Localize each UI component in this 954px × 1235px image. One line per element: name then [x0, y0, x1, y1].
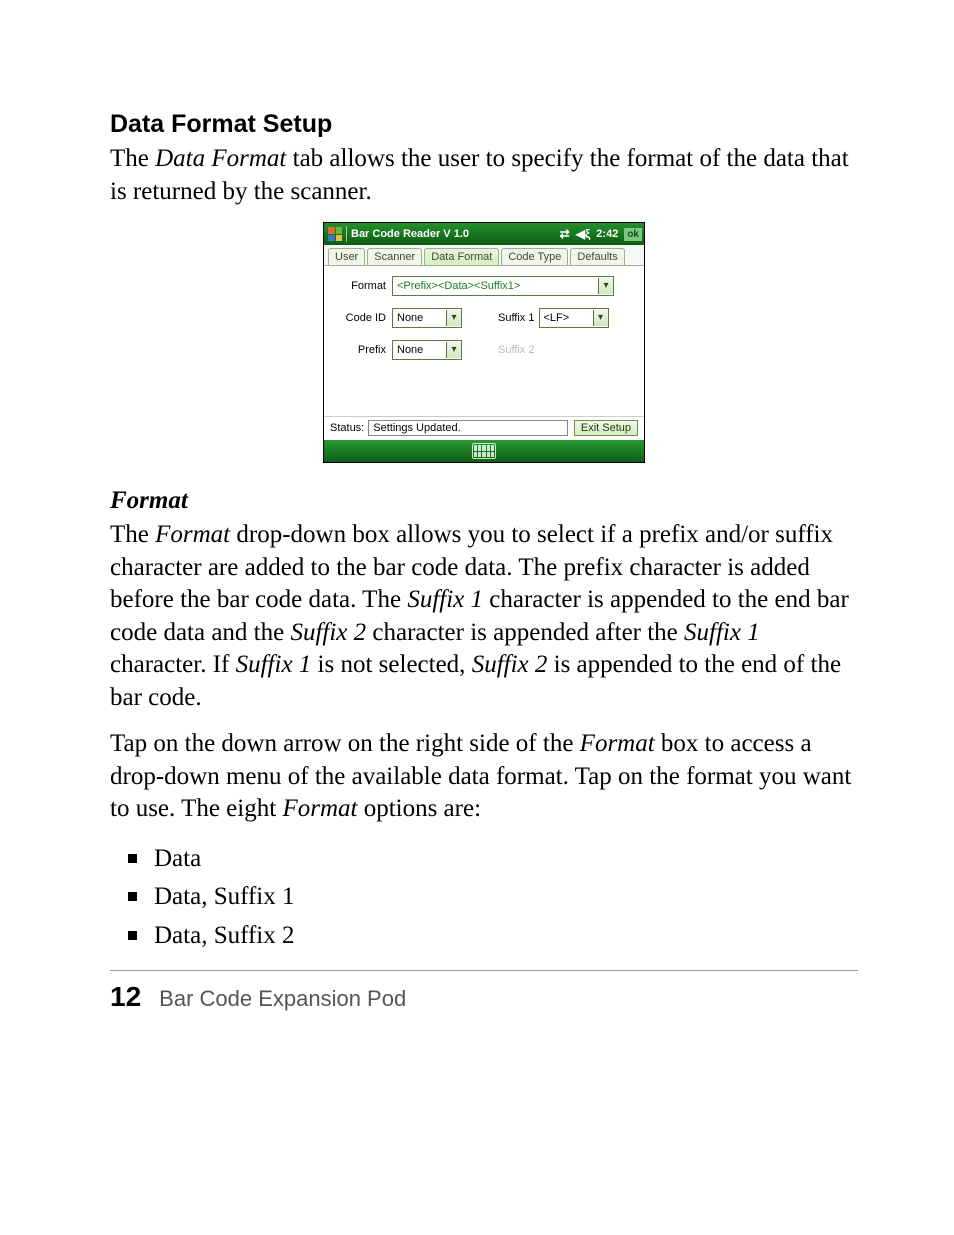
status-row: Status: Settings Updated. Exit Setup — [324, 417, 644, 440]
tab-data-format[interactable]: Data Format — [424, 248, 499, 265]
tab-strip: User Scanner Data Format Code Type Defau… — [324, 245, 644, 266]
label-prefix: Prefix — [334, 344, 392, 356]
section-heading: Data Format Setup — [110, 110, 858, 139]
keyboard-icon[interactable] — [472, 443, 496, 459]
exit-setup-button[interactable]: Exit Setup — [574, 420, 638, 436]
dropdown-prefix-value: None — [393, 343, 446, 357]
windows-flag-icon — [328, 227, 342, 241]
format-paragraph-2: Tap on the down arrow on the right side … — [110, 728, 858, 826]
connectivity-icon[interactable]: ⇄ — [560, 227, 570, 241]
label-suffix2: Suffix 2 — [498, 344, 539, 356]
chevron-down-icon[interactable]: ▾ — [593, 310, 608, 326]
dropdown-code-id-value: None — [393, 311, 446, 325]
tab-defaults[interactable]: Defaults — [570, 248, 624, 265]
chevron-down-icon[interactable]: ▾ — [598, 278, 613, 294]
device-screenshot: Bar Code Reader V 1.0 ⇄ ◀ξ 2:42 ok User … — [323, 222, 645, 463]
soft-key-bar — [324, 440, 644, 462]
page-number: 12 — [110, 981, 141, 1013]
chevron-down-icon[interactable]: ▾ — [446, 342, 461, 358]
dropdown-suffix1[interactable]: <LF> ▾ — [539, 308, 609, 328]
format-paragraph-1: The Format drop-down box allows you to s… — [110, 519, 858, 714]
list-item: Data — [128, 840, 858, 879]
label-suffix1: Suffix 1 — [498, 312, 539, 324]
window-titlebar: Bar Code Reader V 1.0 ⇄ ◀ξ 2:42 ok — [324, 223, 644, 245]
window-title: Bar Code Reader V 1.0 — [351, 228, 556, 240]
label-status: Status: — [330, 422, 364, 434]
dropdown-format-value: <Prefix><Data><Suffix1> — [393, 279, 598, 293]
footer-title: Bar Code Expansion Pod — [159, 986, 406, 1012]
ok-button[interactable]: ok — [624, 228, 642, 241]
dropdown-format[interactable]: <Prefix><Data><Suffix1> ▾ — [392, 276, 614, 296]
chevron-down-icon[interactable]: ▾ — [446, 310, 461, 326]
label-code-id: Code ID — [334, 312, 392, 324]
tab-user[interactable]: User — [328, 248, 365, 265]
volume-icon[interactable]: ◀ξ — [576, 227, 591, 241]
options-list: Data Data, Suffix 1 Data, Suffix 2 — [110, 840, 858, 956]
sub-heading-format: Format — [110, 487, 858, 515]
page-footer: 12 Bar Code Expansion Pod — [110, 981, 858, 1013]
list-item: Data, Suffix 1 — [128, 878, 858, 917]
tab-scanner[interactable]: Scanner — [367, 248, 422, 265]
dropdown-suffix1-value: <LF> — [540, 311, 593, 325]
list-item: Data, Suffix 2 — [128, 917, 858, 956]
dropdown-code-id[interactable]: None ▾ — [392, 308, 462, 328]
status-value: Settings Updated. — [368, 420, 568, 436]
intro-em: Data Format — [155, 145, 286, 172]
tab-code-type[interactable]: Code Type — [501, 248, 568, 265]
intro-paragraph: The Data Format tab allows the user to s… — [110, 143, 858, 208]
dropdown-prefix[interactable]: None ▾ — [392, 340, 462, 360]
label-format: Format — [334, 280, 392, 292]
footer-rule — [110, 970, 858, 971]
intro-pre: The — [110, 145, 155, 172]
form-area: Format <Prefix><Data><Suffix1> ▾ Code ID… — [324, 266, 644, 417]
clock: 2:42 — [596, 228, 618, 240]
